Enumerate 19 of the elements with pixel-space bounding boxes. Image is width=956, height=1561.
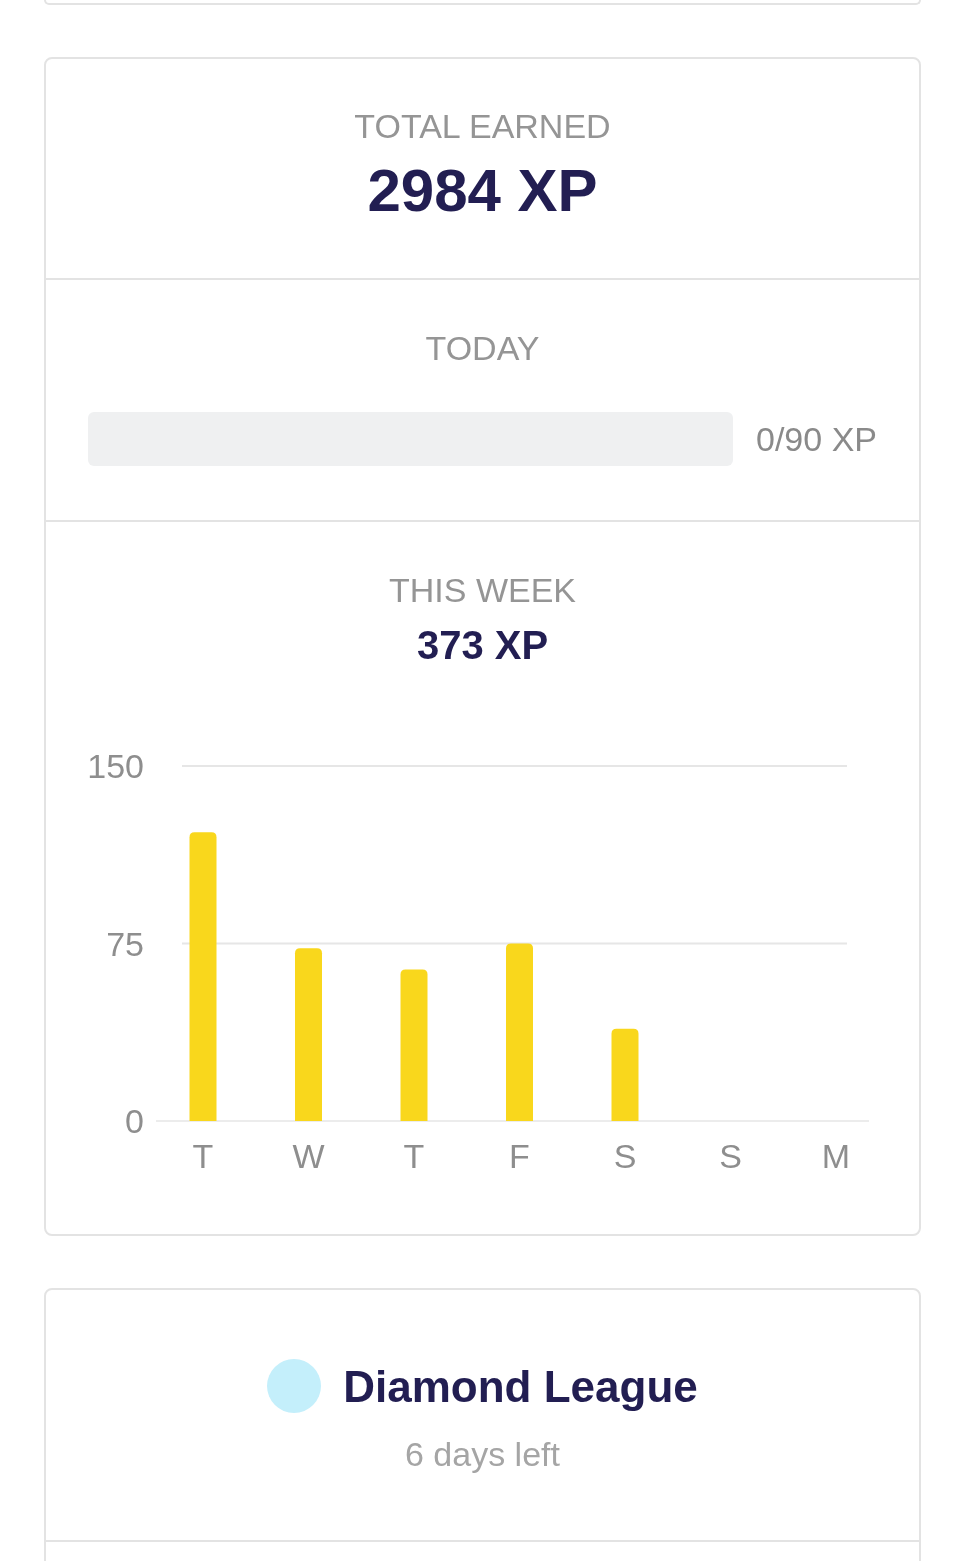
x-axis-label: F [509,1137,530,1175]
x-axis-label: T [403,1137,425,1175]
x-axis-label: M [821,1137,851,1175]
section-label: TOTAL EARNED [354,107,611,146]
league-name: Diamond League [343,1360,698,1412]
x-axis-label: W [292,1137,325,1175]
week-xp-value: 373 XP [416,622,549,668]
x-axis-label: S [719,1137,742,1175]
section-label: THIS WEEK [389,571,576,610]
league-icon [267,1359,322,1413]
total-xp-value: 2984 XP [367,156,598,225]
x-axis-label: S [613,1137,637,1175]
y-axis-label: 0 [125,1102,144,1140]
y-axis-label: 150 [87,747,144,785]
x-axis-label: T [192,1137,214,1175]
section-label: TODAY [425,329,540,368]
y-axis-label: 75 [106,924,144,963]
time-left-text: 6 days left [405,1435,560,1474]
progress-reading: 0/90 XP [756,419,877,459]
